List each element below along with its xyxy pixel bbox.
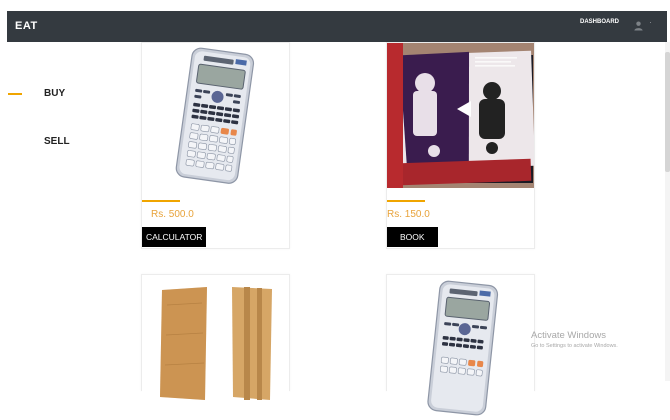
sidebar-item-buy[interactable]: BUY	[0, 84, 120, 104]
active-indicator	[8, 93, 22, 95]
product-card[interactable]	[386, 274, 535, 420]
price-underline	[142, 200, 180, 202]
sidebar-item-label: SELL	[44, 136, 70, 147]
product-card[interactable]: Rs. 500.0 CALCULATOR	[141, 42, 290, 249]
product-price: Rs. 150.0	[387, 209, 430, 220]
sidebar-item-label: BUY	[44, 88, 66, 99]
sidebar: BUY SELL	[0, 42, 130, 381]
product-name-button[interactable]: BOOK	[387, 227, 438, 247]
more-dots-icon[interactable]: ·	[649, 17, 653, 27]
page-scrollbar[interactable]	[665, 42, 670, 381]
sidebar-item-sell[interactable]: SELL	[0, 132, 120, 152]
product-card[interactable]	[141, 274, 290, 420]
product-card[interactable]: Rs. 150.0 BOOK	[386, 42, 535, 249]
scrollbar-thumb[interactable]	[665, 52, 670, 172]
top-navbar: EAT DASHBOARD ·	[7, 11, 667, 42]
calculator-image[interactable]	[387, 275, 534, 420]
book-image[interactable]	[387, 43, 534, 188]
watermark-title: Activate Windows	[531, 330, 606, 341]
user-icon[interactable]	[633, 20, 644, 31]
dashboard-link[interactable]: DASHBOARD	[580, 19, 619, 25]
windows-activation-watermark: Activate Windows Go to Settings to activ…	[531, 330, 618, 349]
wooden-boards-image[interactable]	[142, 275, 289, 420]
calculator-image[interactable]	[142, 43, 289, 188]
price-underline	[387, 200, 425, 202]
window-top-edge	[0, 0, 670, 11]
watermark-subtitle: Go to Settings to activate Windows.	[531, 343, 618, 349]
brand-logo[interactable]: EAT	[15, 20, 38, 32]
product-price: Rs. 500.0	[151, 209, 194, 220]
product-name-button[interactable]: CALCULATOR	[142, 227, 207, 247]
